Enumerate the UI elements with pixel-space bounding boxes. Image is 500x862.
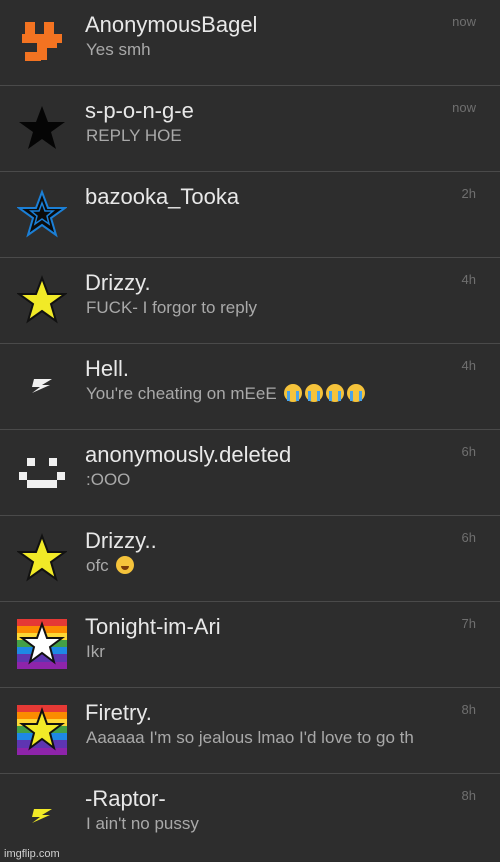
conversation-row[interactable]: AnonymousBagel Yes smh now [0, 0, 500, 86]
crying-emoji-icon [305, 384, 324, 402]
timestamp: 8h [461, 702, 476, 717]
yellow-star-icon [16, 532, 68, 584]
orange-glyph-icon [16, 16, 68, 68]
black-star-icon [16, 102, 68, 154]
contact-name: -Raptor- [85, 786, 166, 811]
conversation-row[interactable]: bazooka_Tooka 2h [0, 172, 500, 414]
contact-name: Drizzy. [85, 270, 151, 295]
timestamp: 6h [461, 444, 476, 459]
message-preview: ofc [86, 556, 135, 576]
white-bolt-icon [16, 360, 68, 412]
conversation-row[interactable]: -Raptor- I ain't no pussy 8h [0, 774, 500, 861]
message-preview: I ain't no pussy [86, 814, 199, 833]
timestamp: 6h [461, 530, 476, 545]
timestamp: 4h [461, 358, 476, 373]
message-preview: :OOO [86, 470, 131, 489]
rainbow-white-star-icon [16, 618, 68, 670]
timestamp: 4h [461, 272, 476, 287]
timestamp: 7h [461, 616, 476, 631]
message-preview: Aaaaaa I'm so jealous lmao I'd love to g… [86, 728, 414, 747]
timestamp: 8h [461, 788, 476, 803]
timestamp: now [452, 14, 476, 29]
message-preview: You're cheating on mEeE [86, 384, 366, 404]
blue-outline-star-icon [16, 188, 68, 240]
contact-name: Drizzy.. [85, 528, 157, 553]
conversation-row[interactable]: Hell. You're cheating on mEeE 4h [0, 344, 500, 430]
conversation-row[interactable]: Tonight-im-Ari Ikr 7h [0, 602, 500, 688]
yellow-star-icon [16, 274, 68, 326]
contact-name: bazooka_Tooka [85, 184, 240, 209]
conversation-row[interactable]: Drizzy.. ofc 6h [0, 516, 500, 602]
laughing-emoji-icon [116, 556, 135, 574]
contact-name: Tonight-im-Ari [85, 614, 221, 639]
pixel-face-icon [16, 446, 68, 498]
conversation-row[interactable]: Firetry. Aaaaaa I'm so jealous lmao I'd … [0, 688, 500, 774]
imgflip-watermark: imgflip.com [4, 848, 60, 860]
contact-name: AnonymousBagel [85, 12, 258, 37]
message-text: You're cheating on mEeE [86, 384, 277, 403]
message-text: ofc [86, 556, 109, 575]
contact-name: Firetry. [85, 700, 152, 725]
conversation-row[interactable]: anonymously.deleted :OOO 6h [0, 430, 500, 516]
contact-name: anonymously.deleted [85, 442, 292, 467]
message-preview: REPLY HOE [86, 126, 182, 145]
message-preview: Yes smh [86, 40, 151, 59]
yellow-bolt-icon [16, 790, 68, 842]
crying-emoji-icon [347, 384, 366, 402]
contact-name: Hell. [85, 356, 130, 381]
timestamp: now [452, 100, 476, 115]
conversation-row[interactable]: Drizzy. FUCK- I forgor to reply 4h [0, 258, 500, 590]
message-preview: FUCK- I forgor to reply [86, 298, 257, 317]
timestamp: 2h [461, 186, 476, 201]
message-preview: Ikr [86, 642, 105, 661]
rainbow-yellow-star-icon [16, 704, 68, 756]
conversation-list: AnonymousBagel Yes smh now s-p-o-n-g-e R… [0, 0, 500, 862]
crying-emoji-icon [284, 384, 303, 402]
contact-name: s-p-o-n-g-e [85, 98, 194, 123]
crying-emoji-icon [326, 384, 345, 402]
conversation-row[interactable]: s-p-o-n-g-e REPLY HOE now [0, 86, 500, 172]
